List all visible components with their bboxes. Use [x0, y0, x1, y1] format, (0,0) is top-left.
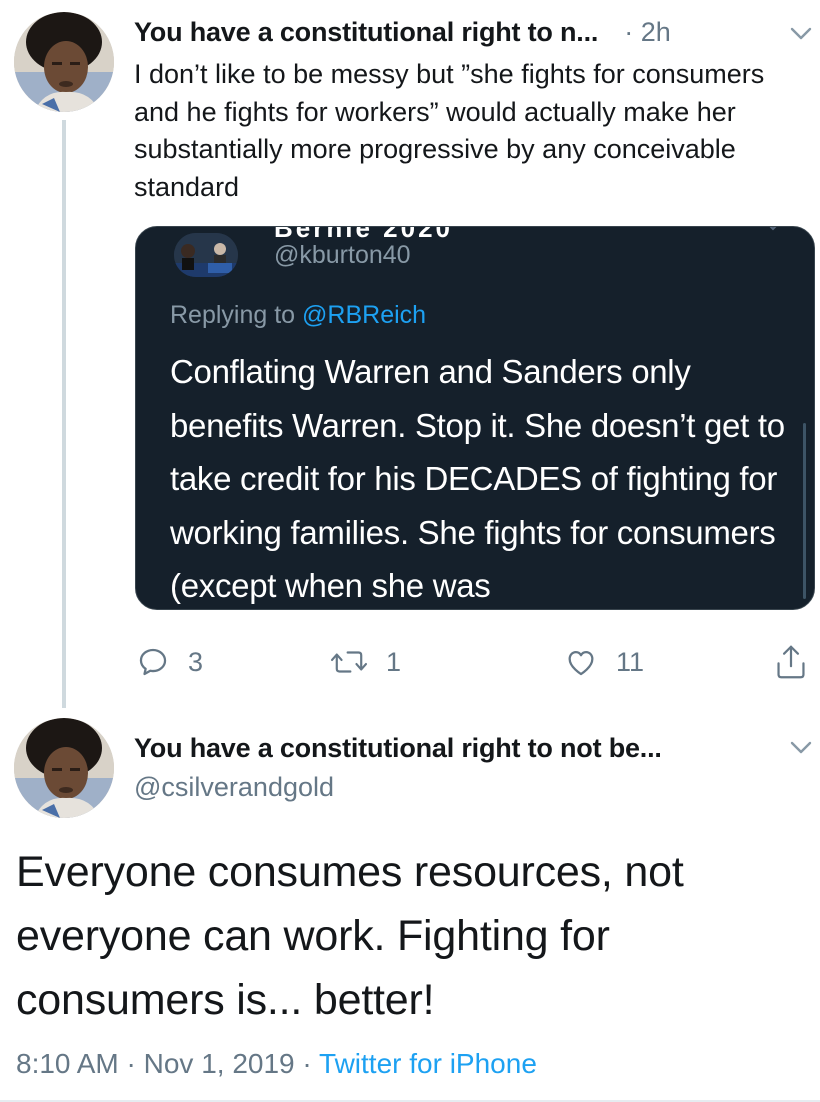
avatar-photo — [14, 12, 114, 112]
replying-to-line: Replying to @RBReich — [170, 301, 426, 330]
quoted-handle: @kburton40 — [274, 241, 411, 269]
quoted-avatar — [174, 233, 238, 277]
tweet-source-link[interactable]: Twitter for iPhone — [319, 1048, 537, 1079]
retweet-icon — [330, 651, 368, 673]
chevron-down-icon[interactable] — [788, 734, 814, 760]
replying-to-handle[interactable]: @RBReich — [302, 301, 426, 329]
quoted-tweet-text: Conflating Warren and Sanders only benef… — [170, 353, 785, 604]
tweet-action-bar: 3 1 11 — [134, 640, 814, 684]
tweet-text: I don’t like to be messy but ”she fights… — [134, 59, 765, 202]
scrollbar — [803, 423, 806, 599]
meta-separator: · — [118, 1048, 144, 1079]
thread-connector-line — [62, 120, 66, 708]
author-name[interactable]: You have a constitutional right to not b… — [134, 731, 804, 765]
share-icon — [777, 645, 805, 679]
like-button[interactable]: 11 — [564, 640, 644, 684]
replying-to-label: Replying to — [170, 301, 303, 329]
tweet2-header: You have a constitutional right to not b… — [134, 731, 804, 805]
meta-separator: · — [294, 1048, 320, 1079]
chevron-down-icon[interactable] — [788, 20, 814, 46]
retweet-button[interactable]: 1 — [330, 640, 401, 684]
author-handle[interactable]: @csilverandgold — [134, 769, 804, 805]
chevron-down-icon — [762, 227, 784, 235]
share-button[interactable] — [774, 640, 808, 684]
tweet1-header: You have a constitutional right to n... … — [134, 14, 804, 50]
avatar[interactable] — [14, 12, 114, 112]
tweet-time[interactable]: 8:10 AM — [16, 1048, 119, 1079]
avatar[interactable] — [14, 718, 114, 818]
reply-count: 3 — [188, 646, 204, 677]
like-icon — [568, 650, 594, 676]
tweet-date[interactable]: Nov 1, 2019 — [144, 1048, 295, 1079]
tweet-text: Everyone consumes resources, not everyon… — [16, 848, 684, 1024]
tweet-timestamp[interactable]: · 2h — [624, 17, 671, 48]
quoted-tweet-card[interactable]: Bernie 2020 @kburton40 Replying to @RBRe… — [135, 226, 815, 610]
author-name[interactable]: You have a constitutional right to n... — [134, 17, 598, 48]
like-count: 11 — [616, 646, 645, 677]
tweet-meta: 8:10 AM · Nov 1, 2019 · Twitter for iPho… — [16, 1048, 537, 1080]
reply-icon — [139, 648, 167, 676]
avatar-photo — [14, 718, 114, 818]
reply-button[interactable]: 3 — [136, 640, 203, 684]
retweet-count: 1 — [386, 646, 402, 677]
